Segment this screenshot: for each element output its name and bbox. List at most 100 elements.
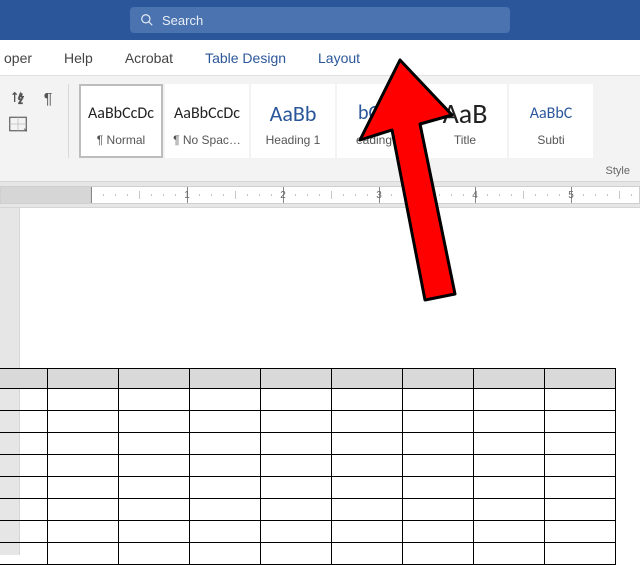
table-cell[interactable] (403, 521, 474, 543)
style-item[interactable]: bCcDeading 2 (337, 84, 421, 158)
table-cell[interactable] (403, 389, 474, 411)
table-cell[interactable] (332, 499, 403, 521)
table-cell[interactable] (474, 433, 545, 455)
table-cell[interactable] (545, 389, 616, 411)
table-cell[interactable] (403, 499, 474, 521)
table-cell[interactable] (0, 477, 48, 499)
table-cell[interactable] (48, 477, 119, 499)
table-cell[interactable] (119, 477, 190, 499)
table-cell[interactable] (0, 499, 48, 521)
table-cell[interactable] (403, 433, 474, 455)
table-cell[interactable] (119, 499, 190, 521)
table-cell[interactable] (545, 433, 616, 455)
table-cell[interactable] (332, 477, 403, 499)
table-row[interactable] (0, 389, 616, 411)
table-header-cell[interactable] (190, 369, 261, 389)
table-cell[interactable] (403, 543, 474, 565)
table-row[interactable] (0, 411, 616, 433)
table-cell[interactable] (119, 521, 190, 543)
table-header-cell[interactable] (48, 369, 119, 389)
tab-developer-cut[interactable]: oper (4, 50, 32, 66)
table-cell[interactable] (332, 389, 403, 411)
style-item[interactable]: AaBbCcDc¶ No Spac… (165, 84, 249, 158)
table-cell[interactable] (190, 389, 261, 411)
tab-acrobat[interactable]: Acrobat (125, 50, 173, 66)
search-box[interactable]: Search (130, 7, 510, 33)
table-cell[interactable] (474, 455, 545, 477)
table-row[interactable] (0, 499, 616, 521)
table-cell[interactable] (332, 521, 403, 543)
table-cell[interactable] (119, 433, 190, 455)
table-cell[interactable] (474, 543, 545, 565)
table-cell[interactable] (190, 433, 261, 455)
table-cell[interactable] (261, 389, 332, 411)
table-cell[interactable] (403, 477, 474, 499)
table-cell[interactable] (261, 521, 332, 543)
table-cell[interactable] (48, 433, 119, 455)
table-header-cell[interactable] (332, 369, 403, 389)
horizontal-ruler[interactable]: 12345 (0, 182, 640, 208)
table-cell[interactable] (190, 521, 261, 543)
table-cell[interactable] (190, 499, 261, 521)
table-cell[interactable] (0, 411, 48, 433)
table-cell[interactable] (403, 411, 474, 433)
table-cell[interactable] (119, 455, 190, 477)
table-cell[interactable] (332, 543, 403, 565)
show-hide-paragraph-button[interactable]: ¶ (38, 90, 58, 110)
table-cell[interactable] (474, 499, 545, 521)
tab-layout[interactable]: Layout (318, 50, 360, 66)
table-header-cell[interactable] (261, 369, 332, 389)
style-item[interactable]: AaBbHeading 1 (251, 84, 335, 158)
table-cell[interactable] (190, 411, 261, 433)
table-cell[interactable] (0, 521, 48, 543)
table-cell[interactable] (48, 499, 119, 521)
sort-button[interactable]: A Z (8, 88, 28, 108)
table-header-cell[interactable] (545, 369, 616, 389)
table-cell[interactable] (474, 477, 545, 499)
document-area[interactable] (0, 208, 640, 555)
table-cell[interactable] (0, 433, 48, 455)
style-item[interactable]: AaBTitle (423, 84, 507, 158)
inserted-table[interactable] (0, 368, 616, 565)
table-cell[interactable] (261, 477, 332, 499)
table-cell[interactable] (474, 389, 545, 411)
table-cell[interactable] (332, 433, 403, 455)
table-header-cell[interactable] (119, 369, 190, 389)
tab-table-design[interactable]: Table Design (205, 50, 286, 66)
table-cell[interactable] (261, 499, 332, 521)
table-cell[interactable] (545, 455, 616, 477)
style-item[interactable]: AaBbCSubti (509, 84, 593, 158)
table-cell[interactable] (0, 543, 48, 565)
table-cell[interactable] (261, 433, 332, 455)
table-cell[interactable] (48, 543, 119, 565)
table-cell[interactable] (545, 477, 616, 499)
table-cell[interactable] (332, 455, 403, 477)
table-header-cell[interactable] (403, 369, 474, 389)
table-cell[interactable] (190, 477, 261, 499)
table-header-row[interactable] (0, 369, 616, 389)
table-cell[interactable] (48, 521, 119, 543)
table-cell[interactable] (0, 389, 48, 411)
table-cell[interactable] (190, 455, 261, 477)
table-cell[interactable] (0, 455, 48, 477)
table-cell[interactable] (474, 521, 545, 543)
table-cell[interactable] (261, 455, 332, 477)
tab-help[interactable]: Help (64, 50, 93, 66)
table-cell[interactable] (261, 543, 332, 565)
table-cell[interactable] (48, 411, 119, 433)
table-cell[interactable] (119, 389, 190, 411)
table-cell[interactable] (119, 411, 190, 433)
table-cell[interactable] (48, 389, 119, 411)
table-row[interactable] (0, 521, 616, 543)
table-cell[interactable] (545, 411, 616, 433)
style-item[interactable]: AaBbCcDc¶ Normal (79, 84, 163, 158)
table-cell[interactable] (190, 543, 261, 565)
table-header-cell[interactable] (0, 369, 48, 389)
borders-button[interactable] (8, 114, 28, 134)
table-cell[interactable] (403, 455, 474, 477)
table-cell[interactable] (545, 543, 616, 565)
table-cell[interactable] (474, 411, 545, 433)
table-cell[interactable] (119, 543, 190, 565)
table-row[interactable] (0, 433, 616, 455)
table-cell[interactable] (332, 411, 403, 433)
